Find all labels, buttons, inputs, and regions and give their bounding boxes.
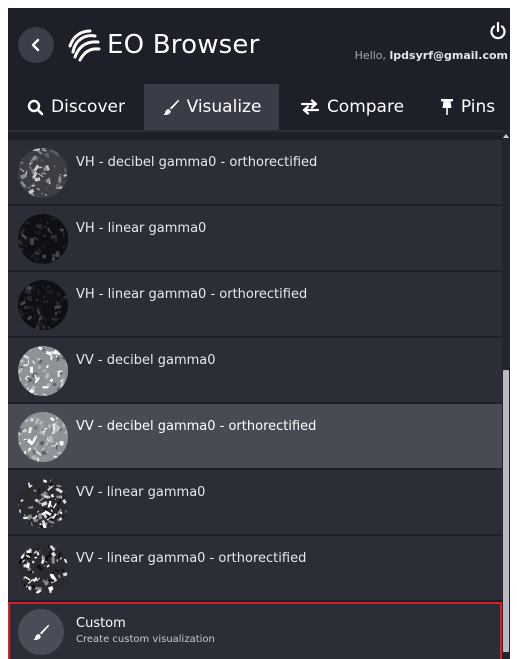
tab-label: Compare [326,97,405,117]
back-button[interactable] [18,27,54,63]
power-icon[interactable] [488,21,508,41]
eo-browser-logo-icon [68,29,101,62]
layer-list: VH - decibel gamma0 - orthorectified VH … [8,140,502,659]
scroll-up-arrow-icon[interactable] [503,134,509,138]
tab-pins[interactable]: Pins [425,84,510,130]
tab-compare[interactable]: Compare [279,84,425,130]
sar-thumbnail-image [18,346,68,396]
layer-item[interactable]: VV - decibel gamma0 - orthorectified [8,404,502,470]
sar-thumbnail-image [18,412,68,462]
pin-icon [440,99,453,115]
app-title: EO Browser [107,30,260,60]
tab-label: Discover [51,97,125,117]
brush-icon [33,624,49,641]
scrollbar-thumb[interactable] [503,370,509,652]
layer-item[interactable]: VH - linear gamma0 - orthorectified [8,272,502,338]
layer-label: VV - decibel gamma0 [76,353,216,368]
custom-icon-circle [18,609,64,655]
search-icon [27,99,44,115]
layer-thumbnail [18,412,68,462]
layer-thumbnail [18,280,68,330]
layer-label: VH - linear gamma0 - orthorectified [76,287,308,302]
layer-label: VV - decibel gamma0 - orthorectified [76,419,317,434]
list-item-partial[interactable] [8,130,502,134]
header: EO Browser Hello, lpdsyrf@gmail.com [8,8,510,84]
custom-visualization-item[interactable]: Custom Create custom visualization [8,602,502,659]
tab-discover[interactable]: Discover [8,84,144,130]
layer-label: VH - decibel gamma0 - orthorectified [76,155,318,170]
chevron-left-icon [31,38,40,52]
tab-label: Visualize [186,97,262,117]
tab-label: Pins [460,97,496,117]
tab-visualize[interactable]: Visualize [144,84,279,130]
layer-label: VH - linear gamma0 [76,221,207,236]
compare-arrows-icon [300,99,320,115]
user-greeting: Hello, lpdsyrf@gmail.com [355,48,508,64]
layer-thumbnail [18,214,68,264]
sar-thumbnail-image [18,214,68,264]
sar-thumbnail-image [18,478,68,528]
greeting-text: Hello, [354,49,390,62]
layer-item[interactable]: VH - decibel gamma0 - orthorectified [8,140,502,206]
sar-thumbnail-image [18,280,68,330]
layer-label: VV - linear gamma0 - orthorectified [76,551,307,566]
layer-item[interactable]: VH - linear gamma0 [8,206,502,272]
sar-thumbnail-image [18,148,68,198]
layer-item[interactable]: VV - linear gamma0 - orthorectified [8,536,502,602]
eo-browser-panel: EO Browser Hello, lpdsyrf@gmail.com Disc… [8,8,510,659]
layer-item[interactable]: VV - decibel gamma0 [8,338,502,404]
layer-thumbnail [18,148,68,198]
layer-thumbnail [18,544,68,594]
user-email: lpdsyrf@gmail.com [389,49,508,62]
custom-title: Custom [76,616,126,631]
layer-label: VV - linear gamma0 [76,485,206,500]
layer-item[interactable]: VV - linear gamma0 [8,470,502,536]
brush-icon [162,99,179,116]
sar-thumbnail-image [18,544,68,594]
custom-subtitle: Create custom visualization [76,634,215,645]
visualization-list-content [8,130,502,134]
scrollbar[interactable] [502,130,510,659]
layer-thumbnail [18,478,68,528]
tab-bar: Discover Visualize Compare Pins [8,84,510,130]
layer-thumbnail [18,346,68,396]
